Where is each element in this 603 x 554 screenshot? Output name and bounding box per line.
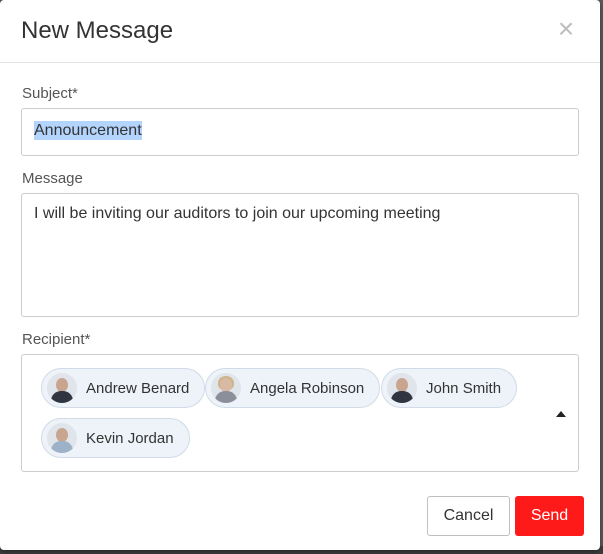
recipient-chip-label: Kevin Jordan (86, 429, 174, 447)
recipient-chip-kevin-jordan[interactable]: Kevin Jordan (41, 418, 190, 458)
new-message-dialog: New Message × Subject* Announcement Mess… (0, 0, 600, 550)
user-avatar-icon (47, 423, 77, 453)
message-textarea[interactable]: I will be inviting our auditors to join … (21, 193, 579, 317)
close-icon[interactable]: × (554, 14, 578, 44)
subject-value: Announcement (34, 121, 142, 140)
user-avatar-icon (47, 373, 77, 403)
recipient-chip-andrew-benard[interactable]: Andrew Benard (41, 368, 206, 408)
user-avatar-icon (211, 373, 241, 403)
recipient-chip-label: Angela Robinson (250, 379, 365, 397)
subject-label: Subject* (22, 85, 78, 102)
recipient-chip-angela-robinson[interactable]: Angela Robinson (205, 368, 381, 408)
recipient-select[interactable]: Andrew Benard Angela Robinson John Smith… (21, 354, 579, 472)
cancel-button[interactable]: Cancel (427, 496, 510, 536)
send-button[interactable]: Send (515, 496, 584, 536)
subject-input[interactable]: Announcement (21, 108, 579, 156)
dropdown-caret-icon[interactable] (556, 411, 566, 417)
message-value: I will be inviting our auditors to join … (34, 205, 441, 222)
message-label: Message (22, 170, 83, 187)
recipient-chip-label: Andrew Benard (86, 379, 190, 397)
dialog-title: New Message (21, 17, 174, 44)
recipient-chip-label: John Smith (426, 379, 502, 397)
recipient-chip-john-smith[interactable]: John Smith (381, 368, 518, 408)
recipient-label: Recipient* (22, 331, 91, 348)
user-avatar-icon (387, 373, 417, 403)
dialog-header: New Message × (0, 0, 600, 63)
